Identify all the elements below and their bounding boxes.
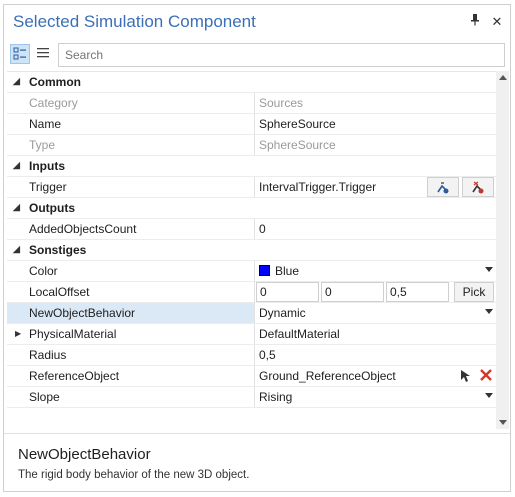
category-common[interactable]: ◢ Common <box>7 72 496 93</box>
property-name: ReferenceObject <box>29 369 120 383</box>
offset-x-input[interactable]: 0 <box>256 282 319 302</box>
scroll-down-icon[interactable] <box>499 420 507 425</box>
category-label: Inputs <box>29 159 65 173</box>
property-row-reference-object[interactable]: ReferenceObject Ground_ReferenceObject <box>7 366 496 387</box>
disconnect-trigger-button[interactable] <box>462 177 494 197</box>
offset-y-input[interactable]: 0 <box>321 282 384 302</box>
offset-z-input[interactable]: 0,5 <box>386 282 449 302</box>
property-name: Slope <box>29 390 60 404</box>
color-swatch <box>259 265 270 276</box>
property-name: Radius <box>29 348 67 362</box>
property-row-physical-material[interactable]: ▶ PhysicalMaterial DefaultMaterial <box>7 324 496 345</box>
property-value[interactable]: SphereSource <box>259 117 336 131</box>
pick-button[interactable]: Pick <box>454 282 494 302</box>
clear-icon[interactable] <box>479 368 493 385</box>
property-name: Category <box>29 96 78 110</box>
category-label: Sonstiges <box>29 243 87 257</box>
chevron-down-icon[interactable] <box>485 309 493 314</box>
description-text: The rigid body behavior of the new 3D ob… <box>18 469 250 481</box>
connect-trigger-button[interactable] <box>427 177 459 197</box>
property-value[interactable]: Blue <box>275 264 299 278</box>
collapse-arrow-icon[interactable]: ◢ <box>13 76 20 87</box>
property-value: Sources <box>259 96 304 110</box>
property-value[interactable]: 0,5 <box>259 348 276 362</box>
property-name: Name <box>29 117 62 131</box>
title-bar: Selected Simulation Component ✕ <box>4 5 510 39</box>
property-value: SphereSource <box>259 138 336 152</box>
chevron-down-icon[interactable] <box>485 267 493 272</box>
property-row-trigger[interactable]: Trigger IntervalTrigger.Trigger <box>7 177 496 198</box>
property-row-new-object-behavior[interactable]: NewObjectBehavior Dynamic <box>7 303 496 324</box>
property-value[interactable]: Ground_ReferenceObject <box>259 369 396 383</box>
property-row-local-offset[interactable]: LocalOffset 0 0 0,5 Pick <box>7 282 496 303</box>
property-name: NewObjectBehavior <box>29 306 136 320</box>
property-value: 0 <box>259 222 266 236</box>
property-row-category[interactable]: Category Sources <box>7 93 496 114</box>
connect-icon <box>437 182 449 194</box>
collapse-arrow-icon[interactable]: ◢ <box>13 160 20 171</box>
category-sonstiges[interactable]: ◢ Sonstiges <box>7 240 496 261</box>
chevron-down-icon[interactable] <box>485 393 493 398</box>
property-row-name[interactable]: Name SphereSource <box>7 114 496 135</box>
property-name: Type <box>29 138 56 152</box>
property-grid: ◢ Common Category Sources Name SphereSou… <box>7 71 496 430</box>
toolbar <box>4 40 510 70</box>
pick-object-icon[interactable] <box>459 369 471 386</box>
search-input[interactable] <box>58 43 505 67</box>
panel-title: Selected Simulation Component <box>13 12 256 31</box>
description-title: NewObjectBehavior <box>18 446 151 463</box>
property-name: AddedObjectsCount <box>29 222 137 236</box>
property-row-added-objects-count[interactable]: AddedObjectsCount 0 <box>7 219 496 240</box>
collapse-arrow-icon[interactable]: ◢ <box>13 244 20 255</box>
property-row-slope[interactable]: Slope Rising <box>7 387 496 408</box>
property-name: LocalOffset <box>29 285 90 299</box>
property-value[interactable]: Rising <box>259 390 292 404</box>
property-row-radius[interactable]: Radius 0,5 <box>7 345 496 366</box>
property-row-type[interactable]: Type SphereSource <box>7 135 496 156</box>
alphabetical-view-icon[interactable] <box>34 44 54 64</box>
property-row-color[interactable]: Color Blue <box>7 261 496 282</box>
category-label: Outputs <box>29 201 75 215</box>
vertical-scrollbar[interactable] <box>496 71 509 429</box>
categorized-view-icon[interactable] <box>10 44 30 64</box>
pin-icon[interactable] <box>466 13 484 31</box>
description-divider <box>4 433 510 434</box>
scroll-up-icon[interactable] <box>499 75 507 80</box>
property-name: Color <box>29 264 58 278</box>
category-label: Common <box>29 75 81 89</box>
property-value[interactable]: Dynamic <box>259 306 306 320</box>
category-outputs[interactable]: ◢ Outputs <box>7 198 496 219</box>
collapse-arrow-icon[interactable]: ◢ <box>13 202 20 213</box>
property-value[interactable]: DefaultMaterial <box>259 327 340 341</box>
property-name: PhysicalMaterial <box>29 327 117 341</box>
category-inputs[interactable]: ◢ Inputs <box>7 156 496 177</box>
close-icon[interactable]: ✕ <box>488 13 506 31</box>
properties-panel: Selected Simulation Component ✕ ◢ <box>3 4 511 492</box>
disconnect-icon <box>472 181 484 194</box>
property-name: Trigger <box>29 180 67 194</box>
expand-arrow-icon[interactable]: ▶ <box>15 329 21 338</box>
property-value[interactable]: IntervalTrigger.Trigger <box>259 180 376 194</box>
